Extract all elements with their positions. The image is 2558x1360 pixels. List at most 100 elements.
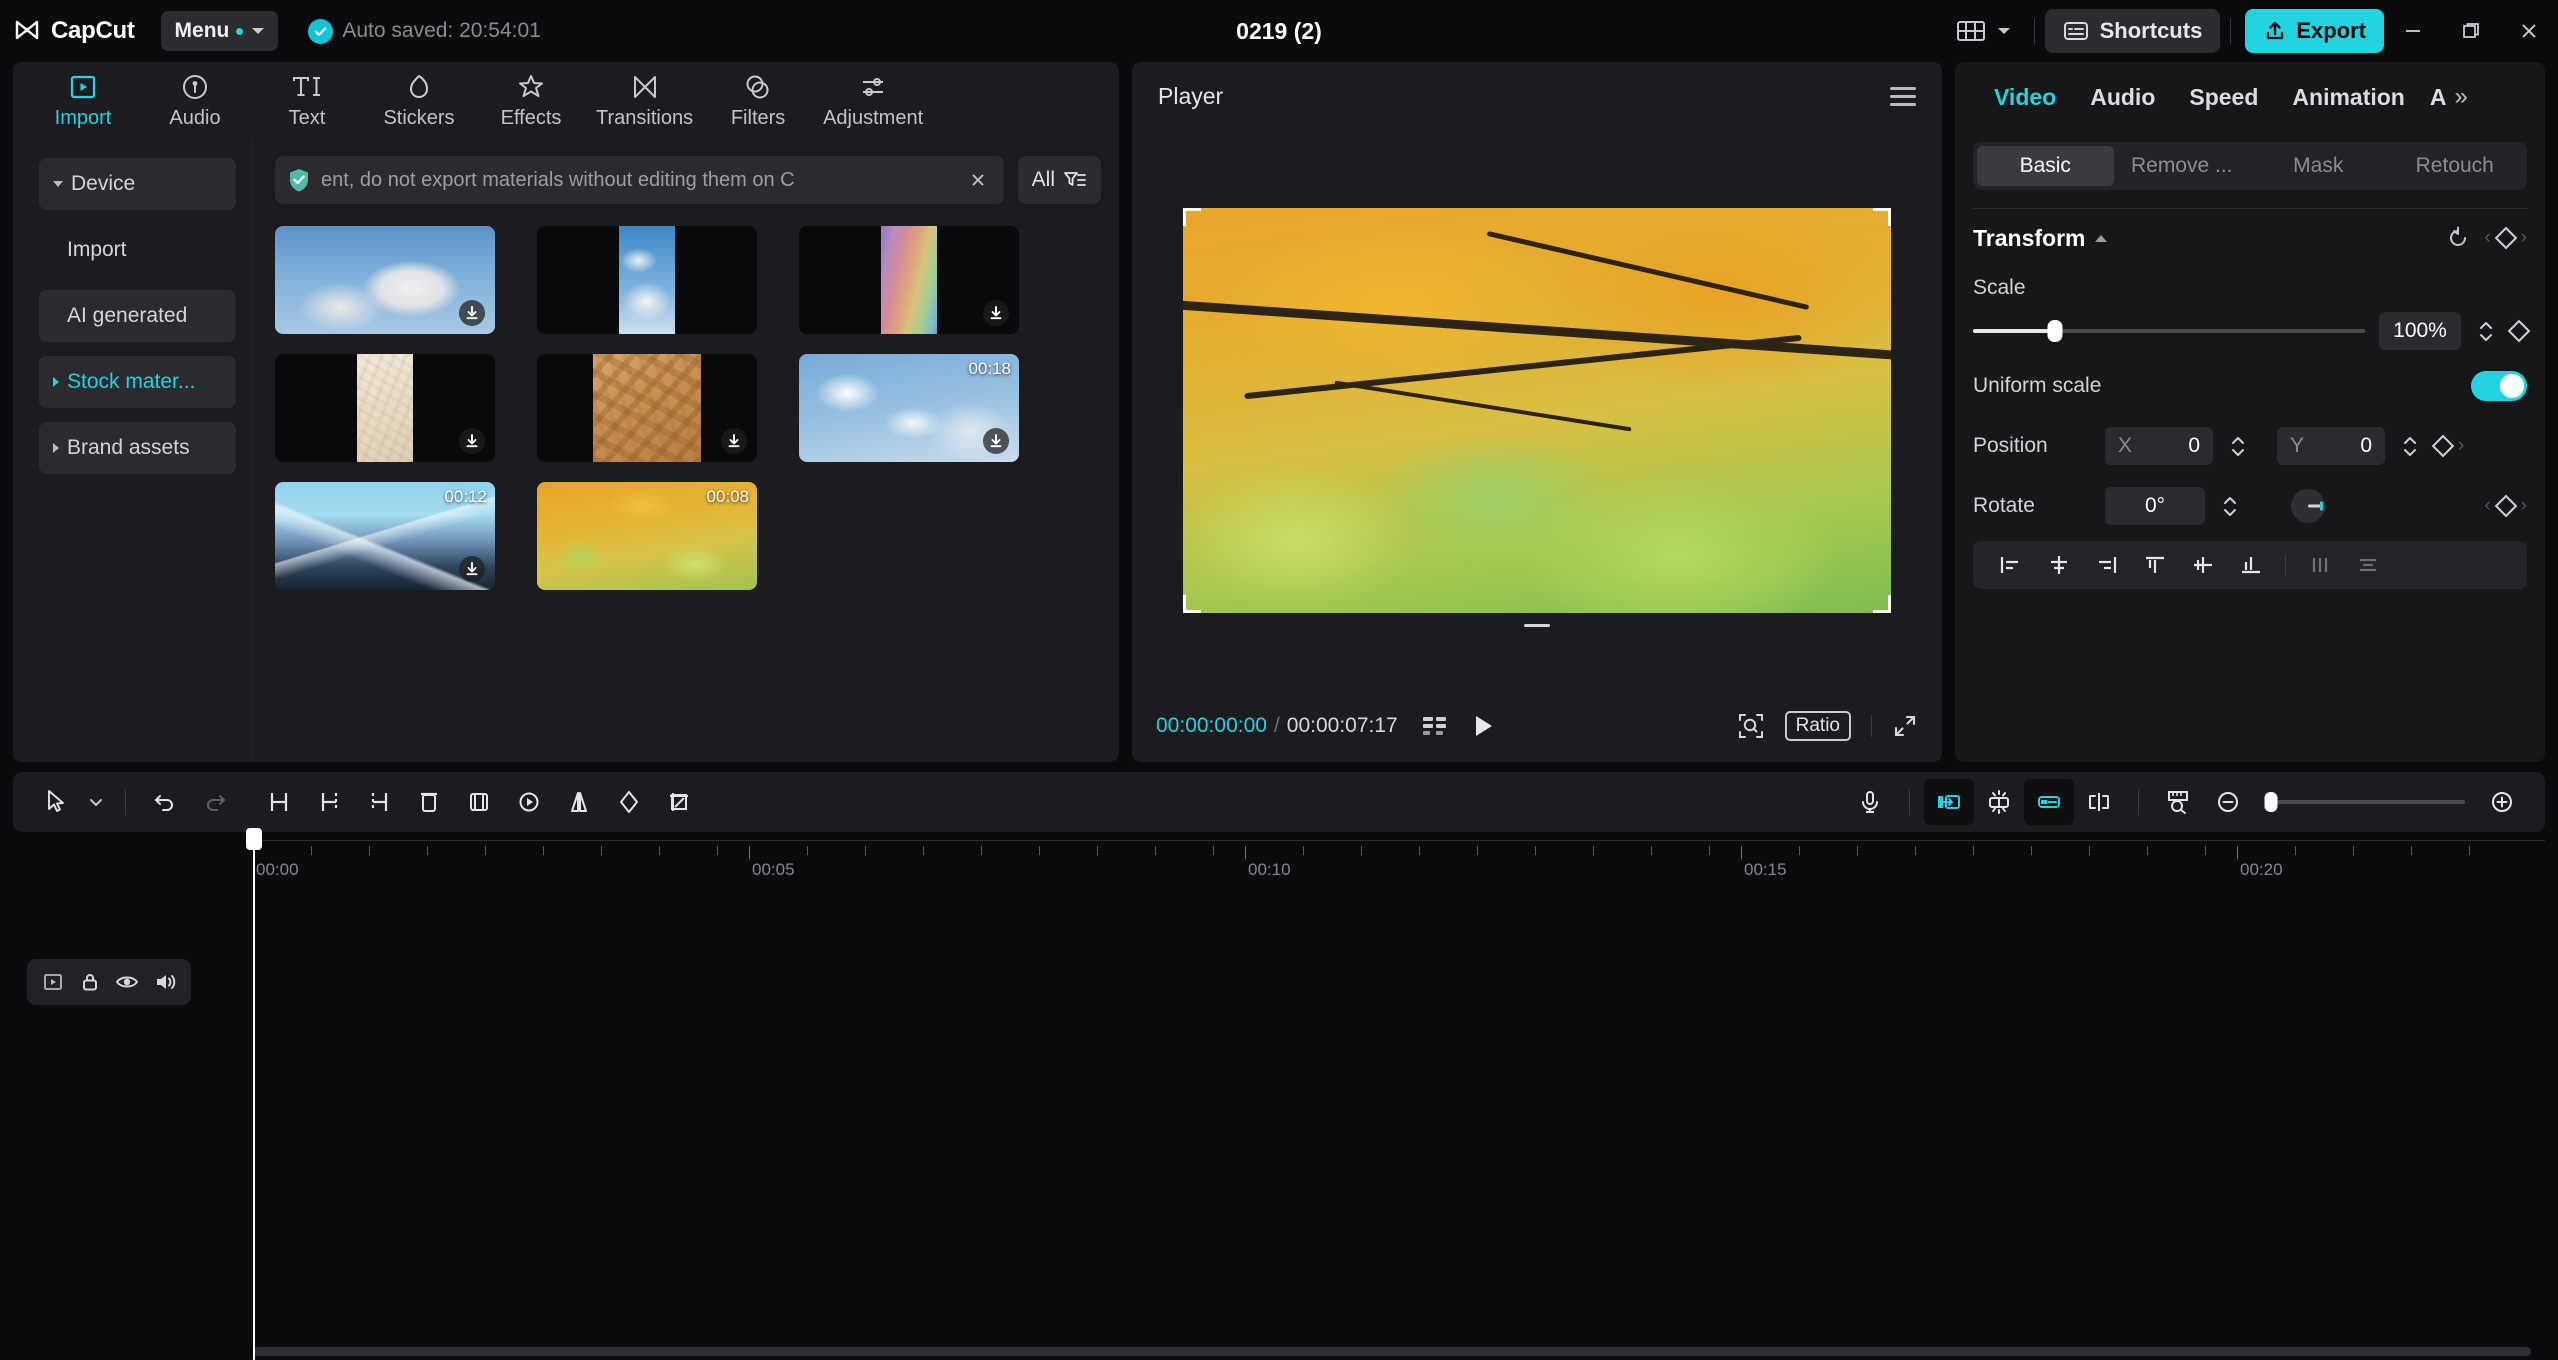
export-button[interactable]: Export — [2245, 9, 2384, 53]
play-button[interactable] — [1470, 713, 1496, 739]
clear-search-icon[interactable] — [968, 170, 990, 190]
shortcuts-button[interactable]: Shortcuts — [2044, 9, 2221, 53]
download-icon[interactable] — [721, 428, 747, 454]
tab-adjustment-truncated[interactable]: A — [2422, 84, 2447, 111]
timeline-scrollbar-thumb[interactable] — [253, 1347, 2531, 1356]
trim-end-icon[interactable] — [354, 779, 404, 825]
distribute-vertical-icon[interactable] — [2344, 545, 2392, 585]
media-item-blue-sky-clouds[interactable] — [537, 226, 757, 334]
rotate-value-input[interactable]: 0° — [2105, 487, 2205, 525]
media-item-crumpled-paper[interactable] — [275, 354, 495, 462]
rotate-stepper[interactable] — [2219, 496, 2241, 517]
tool-dropdown-icon[interactable] — [81, 779, 111, 825]
timeline-tracks[interactable]: 00:00 00:05 00:10 00:15 00:20 — [246, 828, 2545, 1360]
tab-speed[interactable]: Speed — [2172, 84, 2275, 111]
crop-handle-bottom-right[interactable] — [1873, 594, 1891, 613]
scale-stepper[interactable] — [2475, 321, 2497, 342]
rotate-icon[interactable] — [604, 779, 654, 825]
zoom-slider-knob[interactable] — [2264, 792, 2278, 812]
close-button[interactable] — [2500, 0, 2558, 62]
split-icon[interactable] — [254, 779, 304, 825]
playhead[interactable] — [246, 828, 262, 1360]
scale-keyframe-control[interactable] — [2507, 319, 2531, 343]
volume-icon[interactable] — [153, 971, 177, 993]
subtab-retouch[interactable]: Retouch — [2387, 146, 2524, 186]
download-icon[interactable] — [983, 428, 1009, 454]
undo-icon[interactable] — [140, 779, 190, 825]
crop-handle-top-right[interactable] — [1873, 207, 1891, 226]
nav-tab-transitions[interactable]: Transitions — [587, 64, 702, 138]
trim-start-icon[interactable] — [304, 779, 354, 825]
magnifier-frame-icon[interactable] — [1737, 712, 1765, 740]
playhead-handle[interactable] — [246, 828, 262, 850]
download-icon[interactable] — [459, 556, 485, 582]
layout-switch-button[interactable] — [1942, 19, 2024, 43]
fullscreen-icon[interactable] — [1892, 713, 1918, 739]
measure-icon[interactable] — [2153, 779, 2203, 825]
crop-handle-bottom-left[interactable] — [1183, 594, 1201, 613]
sidebar-item-import[interactable]: Import — [39, 224, 236, 276]
rotate-dial[interactable] — [2291, 489, 2325, 523]
zoom-in-icon[interactable] — [2477, 779, 2527, 825]
search-input[interactable]: ent, do not export materials without edi… — [275, 156, 1004, 204]
crop-handle-bottom-center[interactable] — [1524, 623, 1550, 627]
next-keyframe-icon[interactable]: › — [2521, 227, 2527, 249]
zoom-slider[interactable] — [2264, 792, 2465, 812]
eye-icon[interactable] — [115, 971, 139, 993]
subtab-mask[interactable]: Mask — [2250, 146, 2387, 186]
microphone-icon[interactable] — [1845, 779, 1895, 825]
sidebar-item-brand-assets[interactable]: Brand assets — [39, 422, 236, 474]
timeline-ruler[interactable]: 00:00 00:05 00:10 00:15 00:20 — [253, 840, 2545, 884]
media-item-yellow-maple-leaves[interactable]: 00:08 — [537, 482, 757, 590]
tab-animation[interactable]: Animation — [2275, 84, 2421, 111]
align-right-icon[interactable] — [2083, 545, 2131, 585]
align-left-icon[interactable] — [1987, 545, 2035, 585]
keyframe-diamond-icon[interactable] — [2494, 494, 2517, 518]
auto-snap-icon[interactable] — [1924, 779, 1974, 825]
collapse-icon[interactable] — [2095, 234, 2108, 242]
nav-tab-adjustment[interactable]: Adjustment — [814, 64, 932, 138]
chevron-double-right-icon[interactable]: » — [2454, 83, 2467, 111]
sidebar-item-device[interactable]: Device — [39, 158, 236, 210]
rotate-keyframe-control[interactable]: ‹ › — [2484, 494, 2527, 518]
adjust-icon[interactable] — [1974, 779, 2024, 825]
media-item-frosted-tree-sky[interactable]: 00:18 — [799, 354, 1019, 462]
maximize-restore-button[interactable] — [2442, 0, 2500, 62]
crop-handle-top-left[interactable] — [1183, 207, 1201, 226]
minimize-button[interactable] — [2384, 0, 2442, 62]
uniform-scale-toggle[interactable] — [2471, 371, 2527, 401]
media-item-cumulus-cloud[interactable] — [275, 226, 495, 334]
media-item-snow-mountain-lake[interactable]: 00:12 — [275, 482, 495, 590]
freeze-frame-icon[interactable] — [504, 779, 554, 825]
position-x-stepper[interactable] — [2227, 436, 2249, 457]
align-bottom-icon[interactable] — [2227, 545, 2275, 585]
mirror-icon[interactable] — [554, 779, 604, 825]
nav-tab-stickers[interactable]: Stickers — [363, 64, 475, 138]
distribute-horizontal-icon[interactable] — [2296, 545, 2344, 585]
frame-grid-icon[interactable] — [1422, 714, 1448, 738]
subtab-basic[interactable]: Basic — [1977, 146, 2114, 186]
track-preview-icon[interactable] — [41, 971, 65, 993]
split-gap-icon[interactable] — [2074, 779, 2124, 825]
delete-icon[interactable] — [404, 779, 454, 825]
select-tool-icon[interactable] — [31, 779, 81, 825]
sidebar-item-stock-materials[interactable]: Stock mater... — [39, 356, 236, 408]
prev-keyframe-icon[interactable]: ‹ — [2484, 495, 2490, 517]
download-icon[interactable] — [459, 300, 485, 326]
nav-tab-import[interactable]: Import — [27, 64, 139, 138]
crop-icon[interactable] — [654, 779, 704, 825]
keyframe-control[interactable]: ‹ › — [2484, 226, 2527, 250]
redo-icon[interactable] — [190, 779, 240, 825]
keyframe-diamond-icon[interactable] — [2507, 319, 2531, 343]
keyframe-diamond-icon[interactable] — [2431, 434, 2455, 458]
position-x-input[interactable]: X 0 — [2105, 427, 2213, 465]
align-top-icon[interactable] — [2131, 545, 2179, 585]
lock-icon[interactable] — [79, 971, 101, 993]
link-icon[interactable] — [2024, 779, 2074, 825]
ratio-button[interactable]: Ratio — [1784, 711, 1851, 741]
nav-tab-text[interactable]: Text — [251, 64, 363, 138]
media-item-osb-wood-board[interactable] — [537, 354, 757, 462]
download-icon[interactable] — [459, 428, 485, 454]
tab-video[interactable]: Video — [1977, 84, 2073, 111]
download-icon[interactable] — [983, 300, 1009, 326]
